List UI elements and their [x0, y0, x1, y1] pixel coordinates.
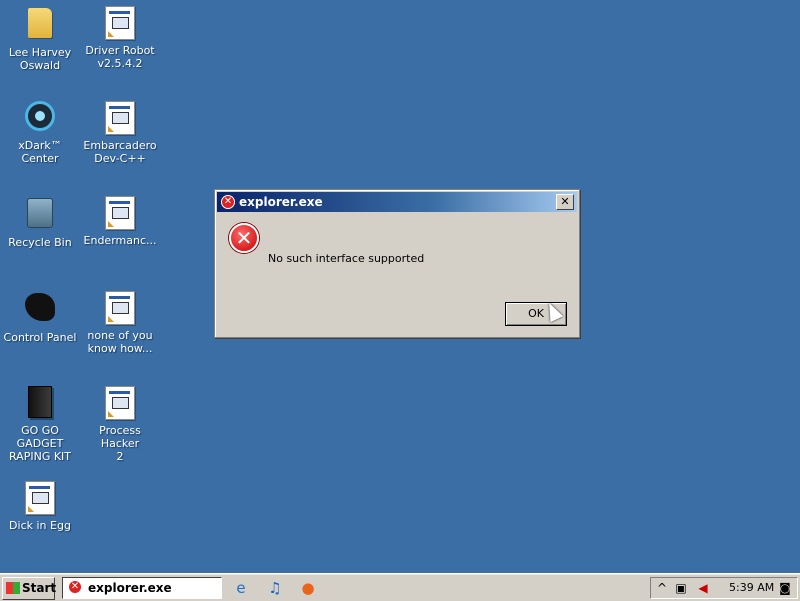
desktop-icon-label: 2: [116, 450, 124, 463]
tray-app-icon[interactable]: ◙: [777, 580, 793, 596]
system-tray: ^ ▣ ◀ 5:39 AM ◙: [650, 577, 798, 599]
desktop-icon-label: v2.5.4.2: [97, 57, 143, 70]
desktop-icon-control-panel[interactable]: Control Panel: [0, 291, 80, 344]
desktop-icon-label: Lee Harvey: [8, 46, 72, 59]
desktop-icon-label: Control Panel: [3, 331, 77, 344]
desktop-icon-label: RAPING KIT: [8, 450, 72, 463]
xdark-center-icon: [23, 101, 57, 135]
desktop-icon-recycle-bin[interactable]: Recycle Bin: [0, 196, 80, 249]
desktop-icon-process-hacker[interactable]: Process Hacker 2: [80, 386, 160, 463]
application-icon: [23, 481, 57, 515]
volume-muted-icon[interactable]: ◀: [695, 580, 711, 596]
dialog-title: explorer.exe: [239, 195, 323, 209]
desktop-icon-label: GO GO GADGET: [16, 424, 64, 450]
desktop-icon-lee-harvey-oswald[interactable]: Lee Harvey Oswald: [0, 6, 80, 72]
taskbar-item-explorer[interactable]: ✕ explorer.exe: [62, 577, 222, 599]
start-button[interactable]: Start: [2, 577, 57, 600]
network-icon[interactable]: ▣: [673, 580, 689, 596]
recycle-bin-icon: [23, 198, 57, 232]
folder-icon: [23, 8, 57, 42]
desktop-icon-label: none of you: [87, 329, 153, 342]
desktop-icon-label: Endermanc...: [83, 234, 157, 247]
firefox-icon[interactable]: ●: [299, 579, 317, 597]
start-label: Start: [22, 581, 57, 595]
desktop-icon-endermanch[interactable]: Endermanc...: [80, 196, 160, 247]
clock[interactable]: 5:39 AM: [729, 581, 774, 594]
internet-explorer-icon[interactable]: e: [232, 579, 250, 597]
taskbar: Start ✕ explorer.exe e ♫ ● ^ ▣ ◀ 5:39 AM…: [0, 573, 800, 601]
desktop-icon-dick-in-egg[interactable]: Dick in Egg: [0, 481, 80, 532]
error-small-icon: ✕: [221, 195, 235, 209]
desktop-icon-label: Dev-C++: [94, 152, 146, 165]
desktop-icon-label: Process Hacker: [99, 424, 141, 450]
control-panel-icon: [23, 293, 57, 327]
desktop-icon-embarcadero-dev-cpp[interactable]: Embarcadero Dev-C++: [80, 101, 160, 165]
error-message: No such interface supported: [268, 252, 425, 265]
error-small-icon: ✕: [68, 580, 82, 594]
application-icon: [103, 386, 137, 420]
desktop-icon-label: know how...: [87, 342, 153, 355]
desktop-icon-driver-robot[interactable]: Driver Robot v2.5.4.2: [80, 6, 160, 70]
desktop-icon-label: Recycle Bin: [8, 236, 72, 249]
dialog-titlebar[interactable]: ✕ explorer.exe ✕: [217, 192, 577, 212]
media-player-icon[interactable]: ♫: [266, 579, 284, 597]
desktop-icon-label: Dick in Egg: [9, 519, 71, 532]
error-dialog: ✕ explorer.exe ✕ ✕ No such interface sup…: [214, 189, 580, 338]
application-icon: [103, 101, 137, 135]
application-icon: [103, 291, 137, 325]
error-icon: ✕: [229, 223, 259, 253]
desktop-icon-go-go-gadget[interactable]: GO GO GADGET RAPING KIT: [0, 386, 80, 463]
windows-logo-icon: [6, 582, 20, 594]
show-hidden-icons-icon[interactable]: ^: [654, 580, 670, 596]
desktop-icon-label: xDark™ Center: [18, 139, 62, 165]
kit-icon: [23, 386, 57, 420]
close-button[interactable]: ✕: [556, 194, 574, 210]
application-icon: [103, 196, 137, 230]
desktop-icon-label: Driver Robot: [85, 44, 155, 57]
desktop-icon-label: Embarcadero: [83, 139, 157, 152]
desktop-icon-xdark-center[interactable]: xDark™ Center: [0, 101, 80, 165]
application-icon: [103, 6, 137, 40]
desktop-icon-label: Oswald: [19, 59, 61, 72]
taskbar-item-label: explorer.exe: [88, 581, 172, 595]
desktop-icon-none-of-you[interactable]: none of you know how...: [80, 291, 160, 355]
